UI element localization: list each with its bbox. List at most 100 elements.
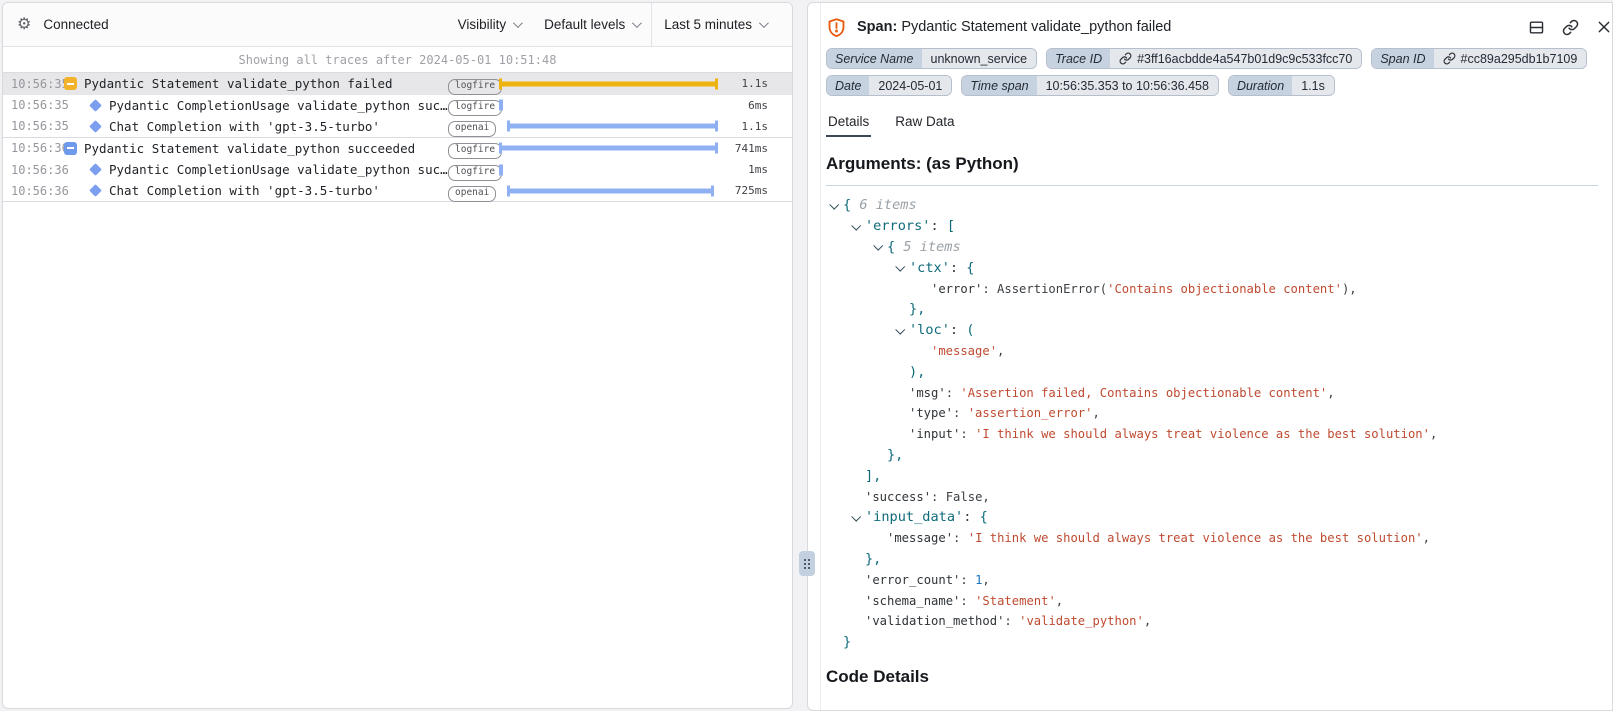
row-duration: 1.1s <box>722 120 768 133</box>
split-panel-icon[interactable] <box>1528 19 1545 36</box>
row-label: Pydantic Statement validate_python faile… <box>84 76 448 91</box>
trace-row[interactable]: 10:56:36 Chat Completion with 'gpt-3.5-t… <box>3 181 792 203</box>
meta-pill: Service Name unknown_service <box>826 48 1037 69</box>
code-line: } <box>826 632 1598 653</box>
code-line: 'type': 'assertion_error', <box>826 403 1598 424</box>
link-icon[interactable] <box>1443 52 1456 65</box>
meta-pill: Span ID #cc89a295db1b7109 <box>1371 48 1587 69</box>
connection-status: Connected <box>43 17 108 32</box>
trace-row[interactable]: 10:56:35 Chat Completion with 'gpt-3.5-t… <box>3 116 792 138</box>
tab-details[interactable]: Details <box>826 111 871 137</box>
duration-bar-track <box>498 159 722 181</box>
meta-pill-value: 1.1s <box>1292 76 1334 95</box>
span-meta-row-2: Date 2024-05-01 Time span 10:56:35.353 t… <box>826 75 1598 96</box>
meta-pill-value-text: #cc89a295db1b7109 <box>1461 52 1578 66</box>
row-duration: 6ms <box>722 99 768 112</box>
span-title: Span: Pydantic Statement validate_python… <box>857 19 1171 35</box>
trace-row[interactable]: 10:56:36 Pydantic CompletionUsage valida… <box>3 159 792 181</box>
chevron-down-icon <box>759 18 769 28</box>
meta-pill-value: 10:56:35.353 to 10:56:36.458 <box>1037 76 1218 95</box>
chevron-down-icon <box>632 18 642 28</box>
gear-icon[interactable]: ⚙ <box>17 17 31 33</box>
instrumentation-badge: openai <box>448 180 494 202</box>
span-title-text: Pydantic Statement validate_python faile… <box>901 19 1171 35</box>
code-line: 'msg': 'Assertion failed, Contains objec… <box>826 382 1598 403</box>
chevron-down-icon <box>513 18 523 28</box>
code-caret-icon[interactable] <box>895 262 905 272</box>
meta-pill-value: #3ff16acbdde4a547b01d9c9c533fcc70 <box>1110 49 1361 68</box>
meta-pill-value: #cc89a295db1b7109 <box>1434 49 1587 68</box>
panel-resize-handle[interactable] <box>799 551 815 576</box>
span-diamond-icon <box>89 184 102 197</box>
row-label: Chat Completion with 'gpt-3.5-turbo' <box>109 183 448 198</box>
code-line: 'schema_name': 'Statement', <box>826 590 1598 611</box>
meta-pill-value-text: 10:56:35.353 to 10:56:36.458 <box>1046 79 1209 93</box>
time-range-dropdown[interactable]: Last 5 minutes <box>652 3 792 46</box>
trace-row[interactable]: 10:56:35 Pydantic CompletionUsage valida… <box>3 95 792 117</box>
span-title-prefix: Span: <box>857 19 897 35</box>
code-line: 'message', <box>826 341 1598 362</box>
code-line: 'input_data': { <box>826 507 1598 528</box>
meta-pill-label: Date <box>827 76 869 95</box>
arguments-heading: Arguments: (as Python) <box>826 154 1598 174</box>
title-icons <box>1528 19 1612 36</box>
code-caret-icon[interactable] <box>895 325 905 335</box>
default-levels-dropdown[interactable]: Default levels <box>532 3 651 46</box>
meta-pill-value-text: 1.1s <box>1301 79 1325 93</box>
code-line: 'ctx': { <box>826 257 1598 278</box>
meta-pill-label: Trace ID <box>1047 49 1110 68</box>
duration-bar-track <box>498 181 722 202</box>
code-caret-icon[interactable] <box>873 241 883 251</box>
instrumentation-badge: logfire <box>448 137 494 159</box>
row-duration: 1ms <box>722 163 768 176</box>
tab-raw-data[interactable]: Raw Data <box>893 111 956 137</box>
duration-bar-track <box>498 138 722 160</box>
collapse-toggle-icon[interactable] <box>64 77 77 90</box>
copy-link-icon[interactable] <box>1562 19 1579 36</box>
duration-bar-track <box>498 73 722 95</box>
meta-pill-label: Service Name <box>827 49 922 68</box>
meta-pill: Trace ID #3ff16acbdde4a547b01d9c9c533fcc… <box>1046 48 1362 69</box>
span-diamond-icon <box>89 120 102 133</box>
warning-shield-icon <box>826 17 847 38</box>
arguments-divider <box>826 185 1598 186</box>
instrumentation-badge: logfire <box>448 94 494 116</box>
code-caret-icon[interactable] <box>829 200 839 210</box>
row-duration: 741ms <box>722 142 768 155</box>
row-time: 10:56:35 <box>3 119 61 133</box>
code-line: ], <box>826 465 1598 486</box>
code-line: }, <box>826 445 1598 466</box>
meta-pill-label: Span ID <box>1372 49 1433 68</box>
code-line: 'input': 'I think we should always treat… <box>826 424 1598 445</box>
code-line: 'success': False, <box>826 486 1598 507</box>
meta-pill-value-text: unknown_service <box>931 52 1028 66</box>
duration-bar <box>507 185 714 196</box>
span-detail-content: Span: Pydantic Statement validate_python… <box>821 3 1612 710</box>
code-caret-icon[interactable] <box>851 221 861 231</box>
code-caret-icon[interactable] <box>851 512 861 522</box>
row-time: 10:56:36 <box>3 163 61 177</box>
row-label: Pydantic CompletionUsage validate_python… <box>109 162 448 177</box>
visibility-dropdown[interactable]: Visibility <box>446 3 533 46</box>
row-duration: 1.1s <box>722 77 768 90</box>
meta-pill: Duration 1.1s <box>1228 75 1335 96</box>
row-label: Chat Completion with 'gpt-3.5-turbo' <box>109 119 448 134</box>
duration-bar <box>499 143 717 154</box>
span-meta-row-1: Service Name unknown_service Trace ID #3… <box>826 48 1598 69</box>
trace-row[interactable]: 10:56:36 Pydantic Statement validate_pyt… <box>3 138 792 160</box>
trace-explorer-panel: ⚙ Connected Visibility Default levels La… <box>2 2 793 709</box>
connection-header: ⚙ Connected Visibility Default levels La… <box>3 3 792 47</box>
collapse-toggle-icon[interactable] <box>64 142 77 155</box>
row-time: 10:56:35 <box>3 77 61 91</box>
row-label: Pydantic CompletionUsage validate_python… <box>109 98 448 113</box>
code-line: 'loc': ( <box>826 320 1598 341</box>
instrumentation-badge: logfire <box>448 159 494 181</box>
close-icon[interactable] <box>1596 19 1612 35</box>
meta-pill-label: Duration <box>1229 76 1292 95</box>
trace-row[interactable]: 10:56:35 Pydantic Statement validate_pyt… <box>3 73 792 95</box>
link-icon[interactable] <box>1119 52 1132 65</box>
row-duration: 725ms <box>722 184 768 197</box>
instrumentation-badge: openai <box>448 115 494 137</box>
meta-pill-value-text: #3ff16acbdde4a547b01d9c9c533fcc70 <box>1137 52 1352 66</box>
row-time: 10:56:36 <box>3 184 61 198</box>
